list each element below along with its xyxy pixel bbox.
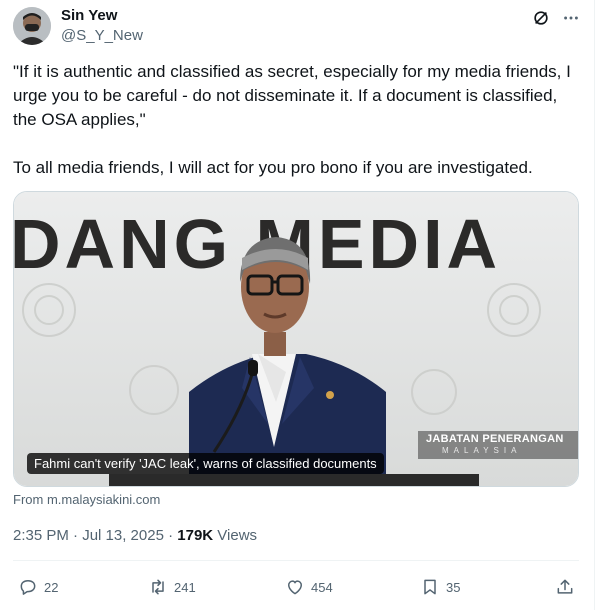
share-button[interactable] [555, 575, 575, 599]
retweet-button[interactable]: 241 [148, 575, 196, 599]
reply-count: 22 [44, 579, 59, 595]
views-count: 179K [177, 527, 214, 544]
bookmark-icon [424, 579, 436, 595]
heart-icon [288, 580, 302, 595]
watermark-line-1: JABATAN PENERANGAN [426, 433, 564, 445]
retweet-count: 241 [174, 579, 196, 595]
card-caption: Fahmi can't verify 'JAC leak', warns of … [27, 453, 384, 474]
tweet-paragraph-2: To all media friends, I will act for you… [13, 158, 533, 177]
avatar-image [13, 7, 51, 45]
like-count: 454 [311, 579, 333, 595]
card-watermark: JABATAN PENERANGAN MALAYSIA [418, 431, 578, 459]
tweet-header: Sin Yew @S_Y_New [13, 7, 580, 51]
avatar[interactable] [13, 7, 51, 45]
bookmark-button[interactable]: 35 [420, 575, 460, 599]
tweet-meta: 2:35 PM · Jul 13, 2025 · 179K Views [13, 526, 257, 546]
grok-icon[interactable] [532, 9, 550, 27]
tweet-paragraph-1: "If it is authentic and classified as se… [13, 62, 571, 129]
action-bar: 22 241 454 35 [13, 575, 579, 599]
share-icon [557, 579, 573, 594]
retweet-icon [152, 579, 164, 595]
tweet-text: "If it is authentic and classified as se… [13, 60, 583, 180]
link-card[interactable]: DANG MEDIA JABATAN PENERANGAN MALAYSIA F… [13, 191, 579, 487]
more-icon[interactable] [562, 9, 580, 27]
watermark-line-2: MALAYSIA [442, 446, 522, 455]
timestamp[interactable]: 2:35 PM · Jul 13, 2025 · [13, 527, 173, 544]
author-name[interactable]: Sin Yew [61, 7, 117, 25]
card-source[interactable]: From m.malaysiakini.com [13, 492, 160, 507]
tweet-container: Sin Yew @S_Y_New "If it is authentic and… [0, 0, 595, 610]
divider [13, 560, 579, 561]
reply-button[interactable]: 22 [18, 575, 58, 599]
views-label: Views [217, 527, 258, 544]
author-handle[interactable]: @S_Y_New [61, 27, 143, 45]
like-button[interactable]: 454 [285, 575, 333, 599]
reply-icon [20, 580, 36, 595]
bookmark-count: 35 [446, 579, 461, 595]
